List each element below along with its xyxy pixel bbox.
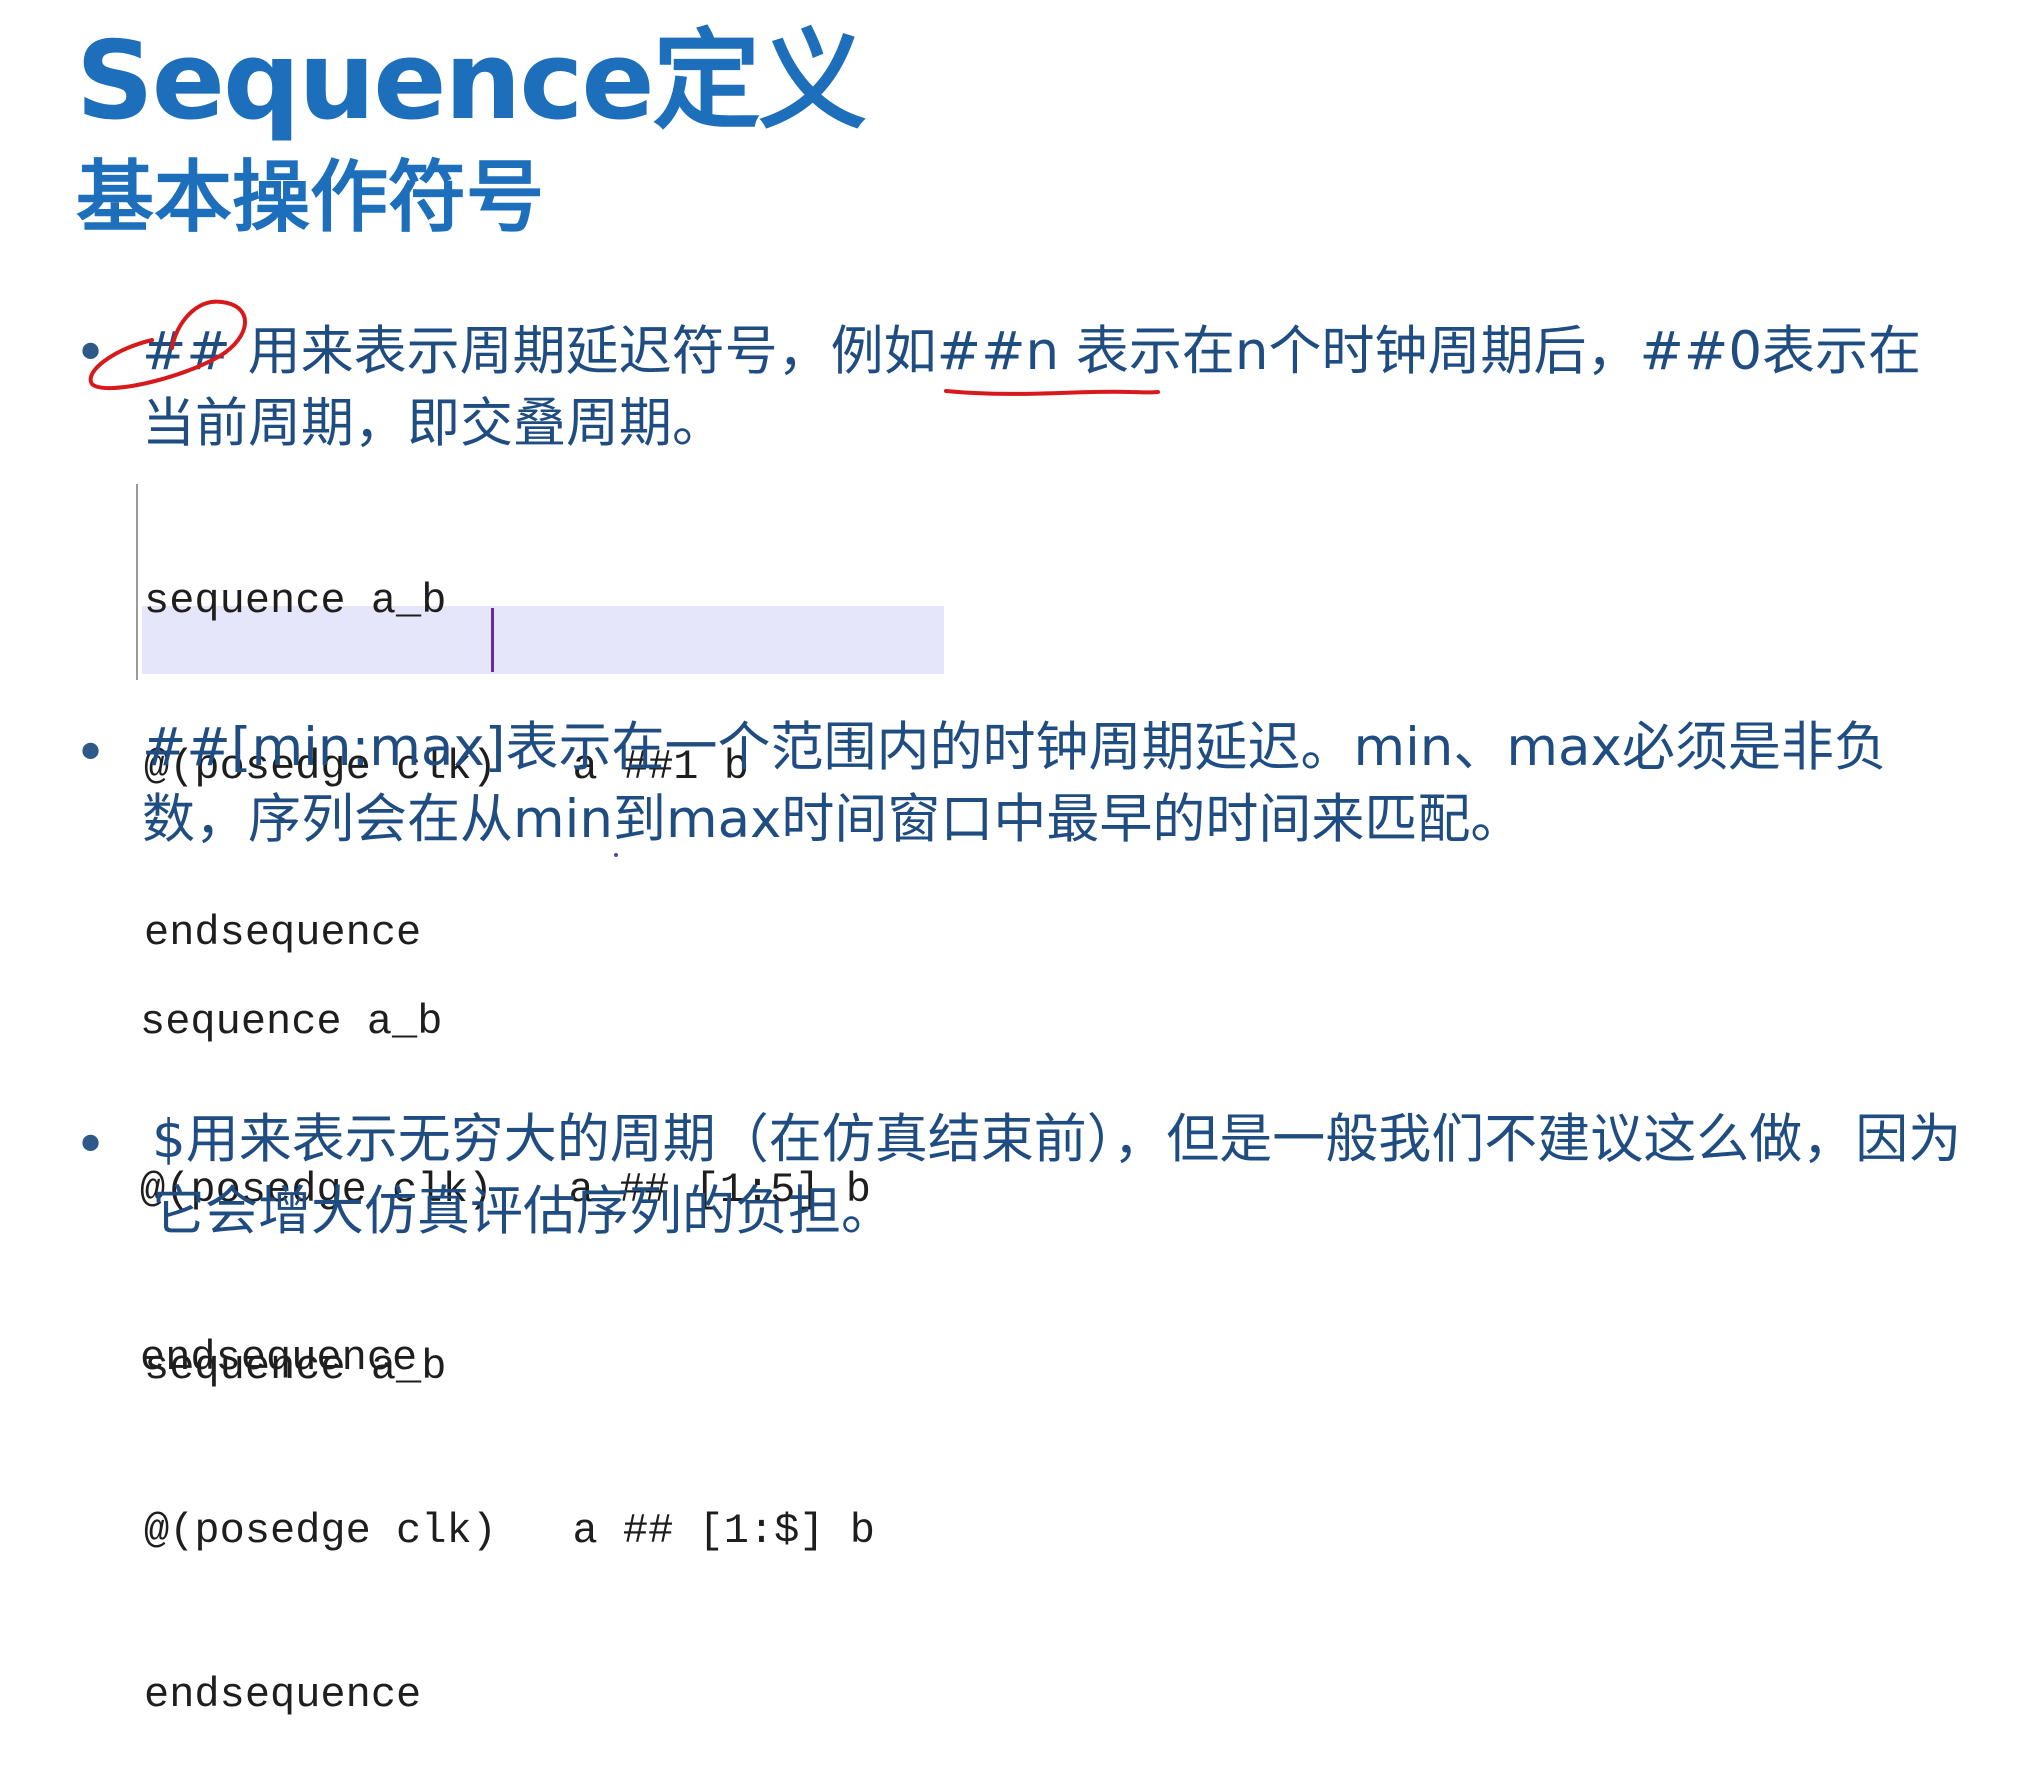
- bullet-text-range-delay: ##[min:max]表示在一个范围内的时钟周期延迟。min、max必须是非负数…: [142, 717, 1887, 850]
- code-line: sequence a_b: [140, 998, 443, 1046]
- slide-title: Sequence定义: [76, 19, 867, 144]
- bullet-text-infinite-delay: $用来表示无穷大的周期（在仿真结束前），但是一般我们不建议这么做，因为它会增大仿…: [152, 1109, 1962, 1242]
- bullet-marker: •: [74, 1113, 108, 1178]
- code-line: endsequence: [144, 1671, 422, 1719]
- code-line: sequence a_b: [144, 1343, 447, 1391]
- bullet-marker: •: [74, 721, 108, 786]
- slide-subtitle: 基本操作符号: [76, 153, 545, 243]
- ink-dot: [614, 853, 618, 857]
- code-line: sequence a_b: [144, 577, 447, 625]
- code-line: @(posedge clk) a ## [1:$] b: [144, 1507, 875, 1555]
- bullet-text-delay-operator: ## 用来表示周期延迟符号，例如##n 表示在n个时钟周期后，##0表示在当前周…: [142, 321, 1922, 454]
- editor-gutter: [136, 484, 138, 680]
- text-caret: [491, 608, 494, 672]
- code-block-infinite: sequence a_b @(posedge clk) a ## [1:$] b…: [144, 1237, 875, 1777]
- bullet-marker: •: [74, 321, 108, 386]
